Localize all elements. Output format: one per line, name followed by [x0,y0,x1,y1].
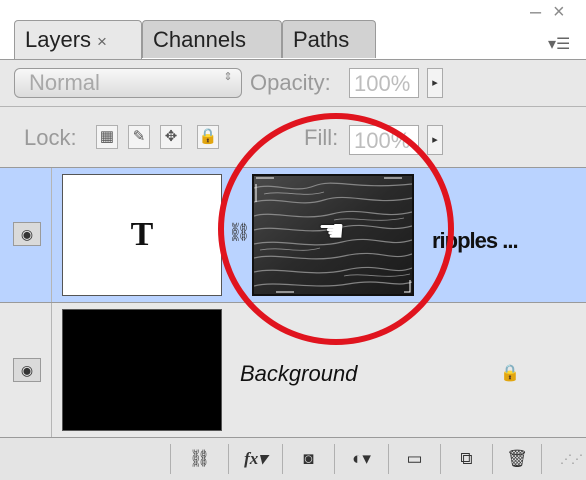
lock-transparent-pixels-icon[interactable]: ▦ [96,125,118,149]
blend-opacity-row: Normal ⇕ Opacity: 100% ▸ [0,60,586,106]
add-layer-style-button[interactable]: fx▾ [228,444,282,474]
hand-cursor-icon: ☚ [318,215,345,248]
blend-mode-value: Normal [29,70,100,95]
visibility-column: ◉ [0,303,52,438]
layer-row-background[interactable]: ◉ Background 🔒 [0,303,586,438]
layer-row-ripples[interactable]: ◉ T ⛓ ☚ ripples ... [0,168,586,302]
layer-name[interactable]: Background [240,361,357,387]
opacity-field[interactable]: 100% [349,68,419,98]
new-adjustment-layer-button[interactable]: ◐▾ [334,444,388,474]
lock-image-pixels-icon[interactable]: ✎ [128,125,150,149]
visibility-column: ◉ [0,168,52,302]
panel-menu-icon[interactable]: ▾☰ [548,36,574,54]
panel-header: – × Layers × Channels Paths ▾☰ [0,0,586,60]
layers-list: ◉ T ⛓ ☚ ripples ... ◉ Background 🔒 [0,167,586,438]
new-layer-button[interactable]: ⧉ [440,444,492,474]
eye-icon[interactable]: ◉ [13,222,41,246]
add-layer-mask-button[interactable]: ◙ [282,444,334,474]
layer-lock-icon: 🔒 [500,365,520,382]
opacity-label: Opacity: [250,70,331,95]
lock-label: Lock: [24,125,77,150]
new-group-button[interactable]: ▭ [388,444,440,474]
panel-bottom-toolbar: ⛓ fx▾ ◙ ◐▾ ▭ ⧉ 🗑 ⋰⋰ [0,437,586,480]
background-thumbnail[interactable] [62,309,222,431]
fill-field[interactable]: 100% [349,125,419,155]
layer-name[interactable]: ripples ... [432,228,519,254]
blend-mode-select[interactable]: Normal ⇕ [14,68,242,98]
tab-layers[interactable]: Layers × [14,20,142,60]
close-icon[interactable]: × [553,2,565,22]
fill-arrow-icon[interactable]: ▸ [427,125,443,155]
delete-layer-button[interactable]: 🗑 [492,444,542,474]
tab-paths-label: Paths [293,27,350,52]
text-layer-thumbnail[interactable]: T [62,174,222,296]
eye-icon[interactable]: ◉ [13,357,41,382]
tab-channels[interactable]: Channels [142,20,282,58]
minimize-icon[interactable]: – [530,2,541,22]
lock-position-icon[interactable]: ✥ [160,125,182,149]
link-layers-button[interactable]: ⛓ [170,444,228,474]
resize-grip-icon[interactable]: ⋰⋰ [560,452,583,466]
lock-all-icon[interactable]: 🔒 [197,125,219,149]
tab-channels-label: Channels [153,27,246,52]
updown-arrows-icon: ⇕ [223,71,233,83]
opacity-arrow-icon[interactable]: ▸ [427,68,443,98]
tab-close-icon[interactable]: × [97,32,107,51]
fill-label: Fill: [304,125,339,150]
tab-paths[interactable]: Paths [282,20,376,58]
lock-fill-row: Lock: ▦ ✎ ✥ 🔒 Fill: 100% ▸ [0,107,586,167]
tab-layers-label: Layers [25,27,92,52]
layers-panel: – × Layers × Channels Paths ▾☰ Normal ⇕ O… [0,0,586,480]
chain-link-icon[interactable]: ⛓ [228,222,251,243]
